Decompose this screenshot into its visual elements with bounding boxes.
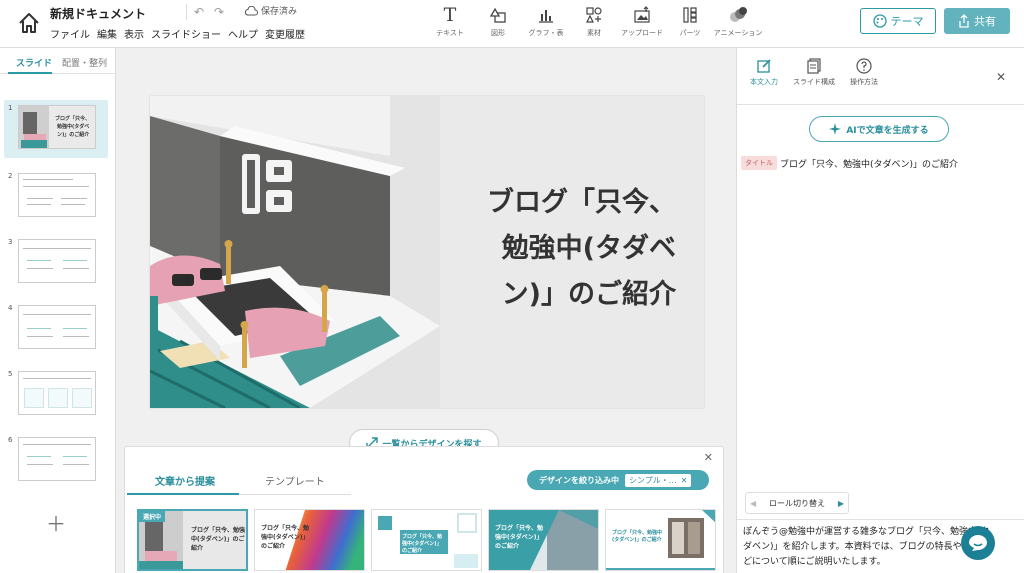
tab-suggest-from-text[interactable]: 文章から提案 xyxy=(155,473,215,488)
menu-edit[interactable]: 編集 xyxy=(97,26,117,41)
material-icon xyxy=(585,4,603,26)
slide-thumb-3[interactable]: 3 xyxy=(4,234,108,292)
divider xyxy=(737,519,1024,520)
slide-preview xyxy=(18,371,96,415)
description-text[interactable]: ぽんぞう@勉強中が運営する雑多なブログ「只今、勉強中(タダベン)」を紹介します。… xyxy=(743,525,991,570)
svg-text:勉強中(タダベ: 勉強中(タダベ xyxy=(56,123,89,130)
clear-filter-icon[interactable]: ✕ xyxy=(681,474,688,487)
palette-icon xyxy=(872,14,887,28)
tab-slide-structure[interactable]: スライド構成 xyxy=(791,58,837,87)
tab-active-indicator xyxy=(8,72,52,74)
current-slide[interactable]: ブログ「只今、 勉強中(タダベ ン)」のご紹介 xyxy=(150,96,704,408)
tab-how-to[interactable]: 操作方法 xyxy=(841,58,887,87)
tab-slides[interactable]: スライド xyxy=(16,56,52,69)
menu-file[interactable]: ファイル xyxy=(50,26,90,41)
prev-role-icon[interactable]: ◀ xyxy=(750,499,756,508)
design-filter-chip[interactable]: デザインを絞り込み中 シンプル・… ✕ xyxy=(527,470,709,490)
selected-badge: 選択中 xyxy=(139,511,166,522)
document-title[interactable]: 新規ドキュメント xyxy=(50,5,146,22)
design-card-3[interactable]: ブログ「只今、勉強中(タダベン)」のご紹介 xyxy=(371,509,482,571)
menu-bar: ファイル 編集 表示 スライドショー ヘルプ 変更履歴 xyxy=(50,26,305,41)
ai-generate-button[interactable]: AIで文章を生成する xyxy=(809,116,949,142)
svg-text:ン)」のご紹介: ン)」のご紹介 xyxy=(57,131,90,138)
design-card-1[interactable]: 選択中 ブログ「只今、勉強中(タダベン)」のご紹介 xyxy=(137,509,248,571)
animation-icon xyxy=(728,4,748,26)
divider xyxy=(186,4,187,20)
slide-thumb-4[interactable]: 4 xyxy=(4,300,108,358)
tab-active-indicator xyxy=(127,493,239,495)
text-icon: T xyxy=(443,4,457,26)
tool-shape[interactable]: 図形 xyxy=(474,4,522,38)
title-tag: タイトル xyxy=(741,156,777,170)
slide-preview xyxy=(18,305,96,349)
title-entry[interactable]: タイトル ブログ「只今、勉強中(タダベン)」のご紹介 xyxy=(741,156,958,170)
design-suggestion-panel: ✕ 文章から提案 テンプレート デザインを絞り込み中 シンプル・… ✕ 選択中 … xyxy=(124,446,724,573)
divider xyxy=(737,104,1024,105)
design-card-list: 選択中 ブログ「只今、勉強中(タダベン)」のご紹介 ブログ「只今、勉強中(タダベ… xyxy=(137,509,716,571)
save-status: 保存済み xyxy=(244,4,297,17)
tool-animation[interactable]: アニメーション xyxy=(714,4,762,38)
slide-list-panel: スライド 配置・整列 1 ブログ「只今、 勉強中(タダベ ン)」のご紹介 2 3… xyxy=(0,48,116,573)
share-button[interactable]: 共有 xyxy=(944,8,1010,34)
add-slide-button[interactable]: ＋ xyxy=(46,508,66,537)
slide-thumb-2[interactable]: 2 xyxy=(4,168,108,226)
design-card-5[interactable]: ブログ「只今、勉強中(タダベン)」のご紹介 xyxy=(605,509,716,571)
close-icon[interactable]: ✕ xyxy=(996,70,1006,84)
design-card-4[interactable]: ブログ「只今、勉強中(タダベン)」のご紹介 xyxy=(488,509,599,571)
saved-label: 保存済み xyxy=(261,7,298,17)
help-icon xyxy=(856,58,872,74)
slide-thumb-5[interactable]: 5 xyxy=(4,366,108,424)
menu-history[interactable]: 変更履歴 xyxy=(265,26,305,41)
tool-text[interactable]: T テキスト xyxy=(426,4,474,38)
menu-view[interactable]: 表示 xyxy=(124,26,144,41)
upload-icon xyxy=(633,4,651,26)
cloud-icon xyxy=(244,5,258,15)
slide-preview xyxy=(18,437,96,481)
filter-value: シンプル・… ✕ xyxy=(625,473,692,487)
undo-icon[interactable]: ↶ xyxy=(194,5,204,19)
role-switch[interactable]: ◀ ロール切り替え ▶ xyxy=(745,492,849,514)
shape-icon xyxy=(489,4,507,26)
tab-template[interactable]: テンプレート xyxy=(265,473,325,488)
tool-chart[interactable]: グラフ・表 xyxy=(522,4,570,38)
slide-thumb-6[interactable]: 6 xyxy=(4,432,108,490)
svg-text:ブログ「只今、: ブログ「只今、 xyxy=(55,115,90,122)
menu-slideshow[interactable]: スライドショー xyxy=(151,26,221,41)
edit-icon xyxy=(757,59,771,73)
slide-preview: ブログ「只今、 勉強中(タダベ ン)」のご紹介 xyxy=(18,105,96,149)
title-text[interactable]: ブログ「只今、勉強中(タダベン)」のご紹介 xyxy=(780,157,958,170)
design-card-2[interactable]: ブログ「只今、勉強中(タダベン)」のご紹介 xyxy=(254,509,365,571)
tool-material[interactable]: 素材 xyxy=(570,4,618,38)
parts-icon xyxy=(681,4,699,26)
slides-icon xyxy=(807,58,821,74)
text-input-panel: 本文入力 スライド構成 操作方法 ✕ AIで文章を生成する タイトル ブログ「只… xyxy=(736,48,1024,573)
theme-button[interactable]: テーマ xyxy=(860,8,936,34)
sparkle-icon xyxy=(829,123,842,135)
slide-thumb-1[interactable]: 1 ブログ「只今、 勉強中(タダベ ン)」のご紹介 xyxy=(4,100,108,158)
tool-upload[interactable]: アップロード xyxy=(618,4,666,38)
slide-illustration xyxy=(150,96,440,408)
top-bar: 新規ドキュメント ↶ ↷ 保存済み ファイル 編集 表示 スライドショー ヘルプ… xyxy=(0,0,1024,48)
chat-support-icon[interactable] xyxy=(961,526,995,560)
slide-title[interactable]: ブログ「只今、 勉強中(タダベ ン)」のご紹介 xyxy=(446,180,676,318)
slide-preview xyxy=(18,239,96,283)
tab-text-input[interactable]: 本文入力 xyxy=(741,58,787,87)
tool-parts[interactable]: パーツ xyxy=(666,4,714,38)
chart-icon xyxy=(537,4,555,26)
tab-layout[interactable]: 配置・整列 xyxy=(62,56,107,69)
redo-icon[interactable]: ↷ xyxy=(214,5,224,19)
menu-help[interactable]: ヘルプ xyxy=(228,26,258,41)
insert-toolbar: T テキスト 図形 グラフ・表 素材 アップロード パーツ アニメーション xyxy=(426,4,762,38)
next-role-icon[interactable]: ▶ xyxy=(838,499,844,508)
home-icon[interactable] xyxy=(14,8,44,38)
share-icon xyxy=(959,14,969,28)
right-panel-tabs: 本文入力 スライド構成 操作方法 xyxy=(737,58,887,87)
close-icon[interactable]: ✕ xyxy=(704,451,713,464)
slide-preview xyxy=(18,173,96,217)
